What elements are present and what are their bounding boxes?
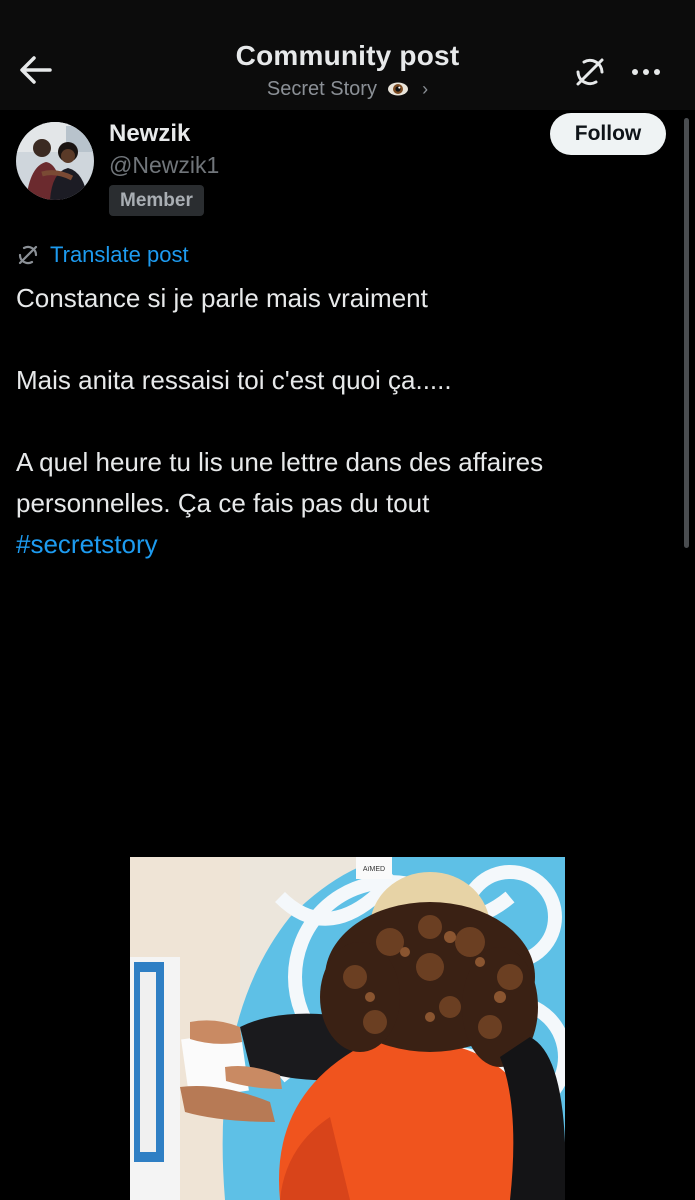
member-badge: Member <box>109 185 204 216</box>
author-handle[interactable]: @Newzik1 <box>109 152 219 179</box>
post-spacer <box>16 319 676 360</box>
community-name: Secret Story <box>266 78 377 100</box>
post-line: personnelles. Ça ce fais pas du tout <box>16 488 430 518</box>
translate-off-icon <box>576 58 604 86</box>
follow-button[interactable]: Follow <box>550 113 666 155</box>
post-text: Constance si je parle mais vraiment Mais… <box>16 278 676 565</box>
translate-icon <box>18 245 38 265</box>
chevron-right-icon: › <box>422 79 429 99</box>
post-line: A quel heure tu lis une lettre dans des … <box>16 447 544 477</box>
avatar[interactable] <box>16 122 94 200</box>
translate-toggle-button[interactable] <box>570 52 610 92</box>
scrollbar[interactable] <box>684 118 689 548</box>
author-name[interactable]: Newzik <box>109 120 190 148</box>
post-media-image[interactable]: AïMED <box>130 857 565 1200</box>
community-post-screen: Community post Secret Story › Newzik @Ne… <box>0 0 695 1200</box>
more-icon[interactable] <box>626 58 666 86</box>
top-bar: Community post Secret Story › <box>0 0 695 110</box>
hashtag-link[interactable]: #secretstory <box>16 529 158 559</box>
post-spacer <box>16 401 676 442</box>
post-line: Mais anita ressaisi toi c'est quoi ça...… <box>16 365 452 395</box>
post-line: Constance si je parle mais vraiment <box>16 283 428 313</box>
eye-icon <box>387 82 408 96</box>
door-sign: AïMED <box>363 866 385 873</box>
translate-post-label: Translate post <box>50 242 189 267</box>
translate-post-link[interactable]: Translate post <box>16 241 189 269</box>
